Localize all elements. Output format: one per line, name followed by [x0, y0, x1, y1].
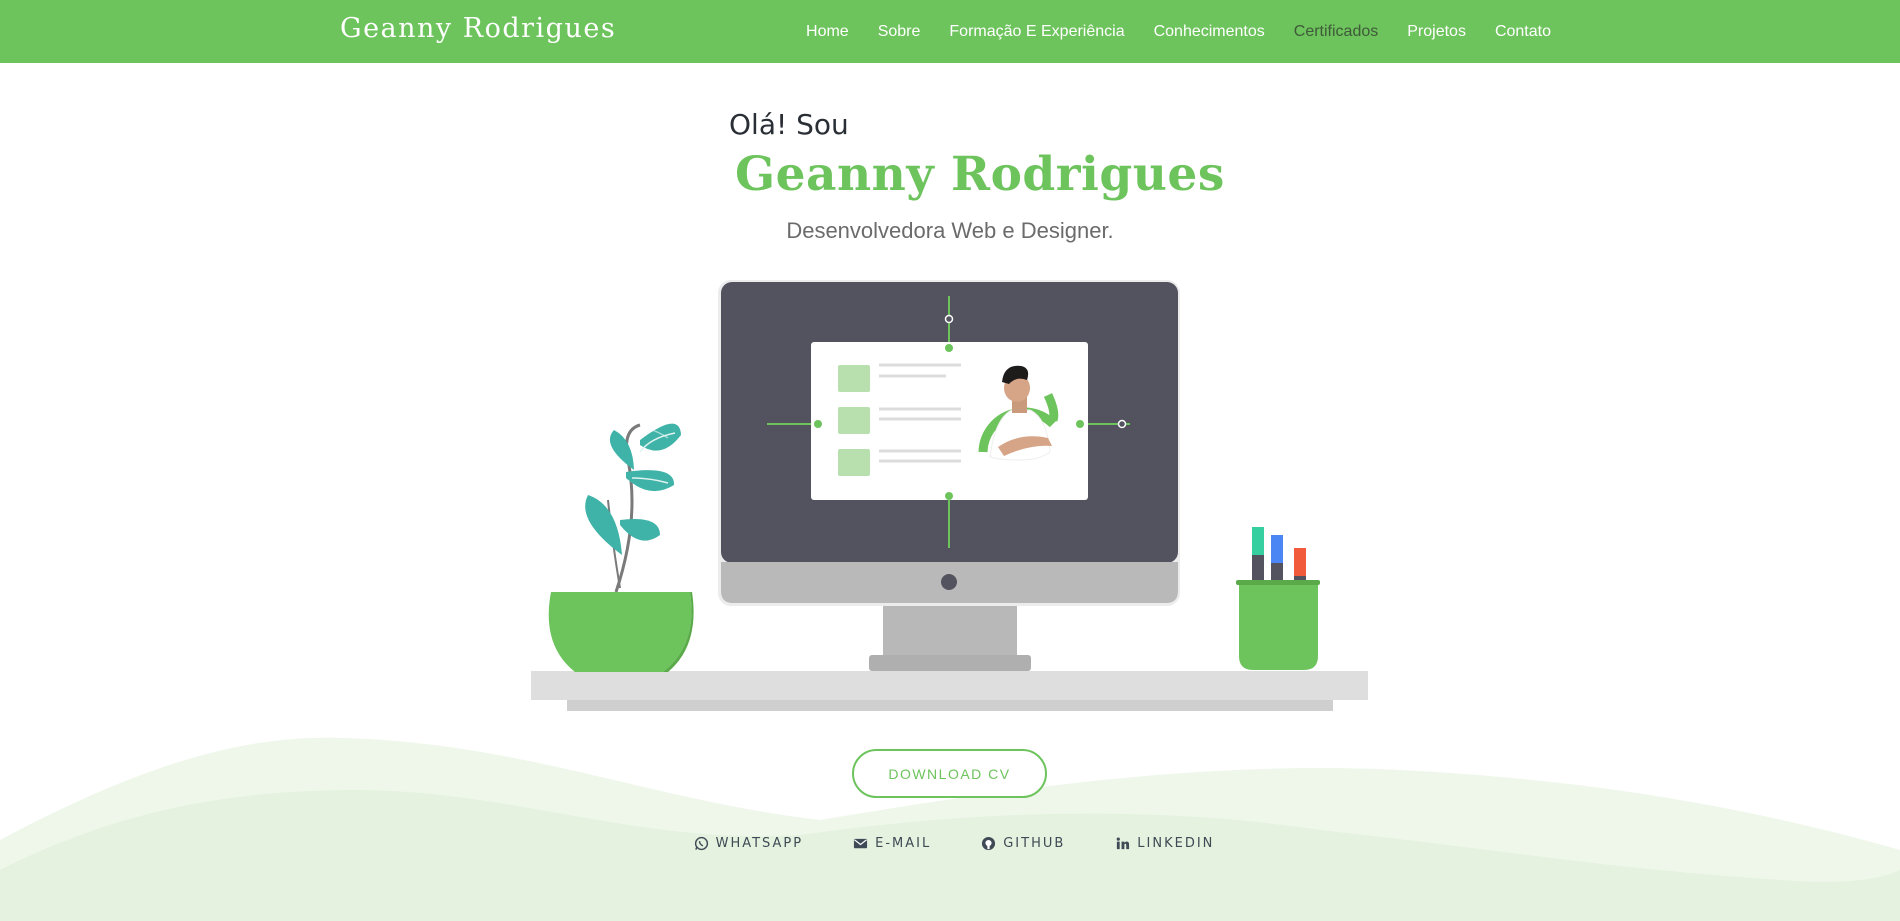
social-linkedin-label: LINKEDIN [1137, 836, 1215, 851]
social-whatsapp-label: WHATSAPP [715, 836, 804, 851]
hero-subtitle: Desenvolvedora Web e Designer. [786, 218, 1114, 243]
download-cv-button[interactable]: DOWNLOAD CV [852, 749, 1047, 798]
hero-greeting: Olá! Sou [729, 108, 849, 141]
social-github-label: GITHUB [1003, 836, 1066, 851]
nav-formacao[interactable]: Formação E Experiência [949, 23, 1124, 41]
nav-sobre[interactable]: Sobre [878, 23, 921, 41]
social-github[interactable]: GITHUB [981, 836, 1065, 851]
whatsapp-icon [694, 836, 708, 851]
hero-name: Geanny Rodrigues [735, 147, 1225, 202]
envelope-icon [854, 838, 868, 849]
social-whatsapp[interactable]: WHATSAPP [694, 836, 804, 851]
social-linkedin[interactable]: LINKEDIN [1115, 836, 1214, 851]
nav-certificados[interactable]: Certificados [1294, 23, 1378, 41]
brand-logo[interactable]: Geanny Rodrigues [340, 13, 616, 44]
page: Geanny Rodrigues Home Sobre Formação E E… [0, 0, 1900, 921]
social-email[interactable]: E-MAIL [853, 836, 931, 851]
linkedin-icon [1116, 837, 1130, 850]
top-navbar: Geanny Rodrigues Home Sobre Formação E E… [0, 0, 1900, 63]
nav-conhecimentos[interactable]: Conhecimentos [1154, 23, 1265, 41]
nav-home[interactable]: Home [806, 23, 849, 41]
social-links: WHATSAPP E-MAIL GITHUB LINKEDIN [0, 836, 1900, 851]
github-icon [982, 836, 996, 851]
nav-projetos[interactable]: Projetos [1407, 23, 1466, 41]
nav-contato[interactable]: Contato [1495, 23, 1551, 41]
social-email-label: E-MAIL [875, 836, 932, 851]
nav-links: Home Sobre Formação E Experiência Conhec… [806, 0, 1551, 63]
